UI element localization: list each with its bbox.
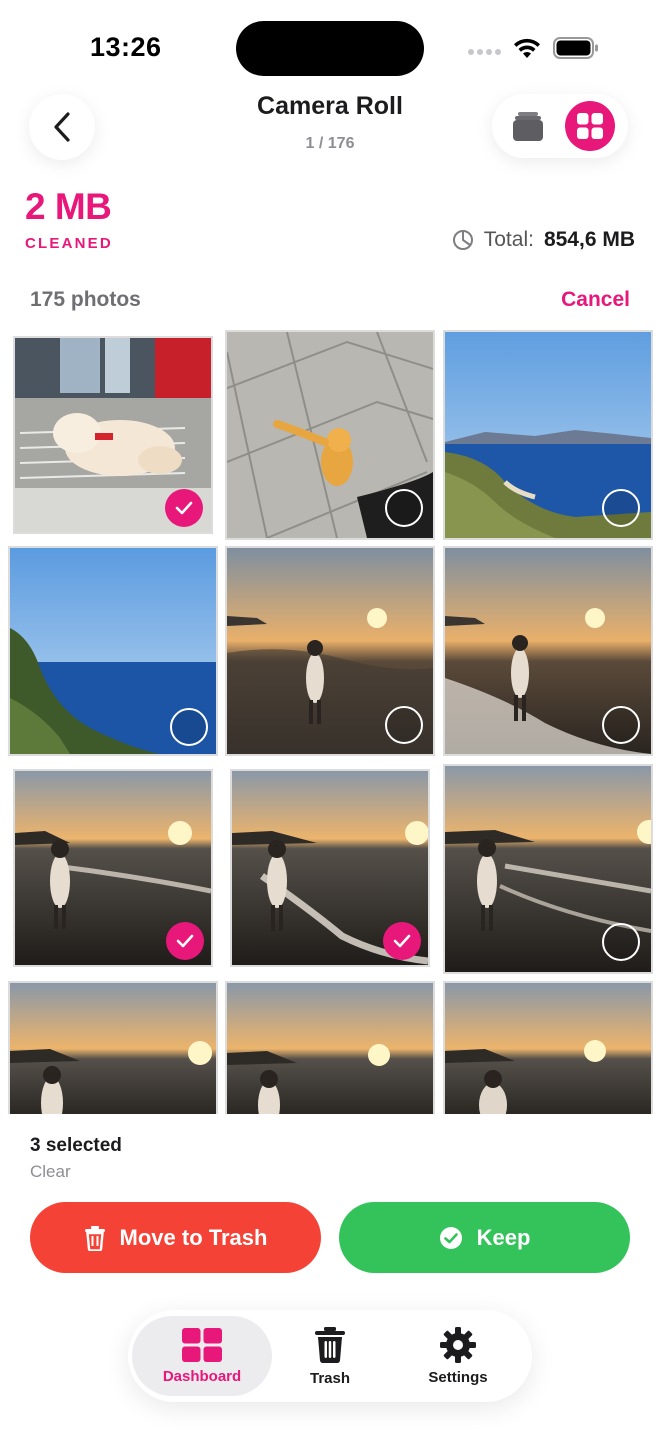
grid-icon (577, 113, 603, 139)
tab-trash-label: Trash (309, 1369, 351, 1387)
grid-view-button[interactable] (565, 101, 615, 151)
cleaned-amount: 2 MB (25, 186, 112, 227)
photo-select-circle[interactable] (602, 489, 640, 527)
photo-tile[interactable] (225, 981, 435, 1114)
tab-trash[interactable]: Trash (260, 1316, 400, 1396)
cellular-signal-icon (468, 49, 501, 55)
trash-icon (315, 1326, 345, 1363)
view-mode-toggle (492, 94, 628, 158)
photo-tile[interactable] (225, 330, 435, 540)
battery-icon (553, 37, 598, 59)
tab-settings[interactable]: Settings (388, 1316, 528, 1396)
photo-count: 175 photos (30, 288, 141, 311)
pie-chart-icon (452, 230, 473, 250)
cleaned-label: CLEANED (25, 235, 113, 252)
selection-count: 3 selected (30, 1135, 122, 1156)
keep-button[interactable]: Keep (339, 1202, 630, 1273)
photo-selected-check[interactable] (165, 489, 203, 527)
photo-tile[interactable] (443, 981, 653, 1114)
photo-tile[interactable] (8, 546, 218, 756)
checkmark-icon (175, 501, 193, 515)
photo-tile[interactable] (13, 769, 213, 967)
photo-thumbnail (227, 983, 433, 1114)
grid-icon (182, 1327, 222, 1362)
total-size: Total: 854,6 MB (452, 228, 635, 252)
photo-tile[interactable] (230, 769, 430, 967)
photo-tile[interactable] (225, 546, 435, 756)
tab-bar: Dashboard Trash Settings (128, 1310, 532, 1402)
status-time: 13:26 (90, 32, 162, 62)
cancel-button[interactable]: Cancel (561, 288, 630, 312)
wifi-icon (514, 38, 540, 58)
photo-selected-check[interactable] (383, 922, 421, 960)
status-bar: 13:26 (0, 0, 660, 90)
photo-thumbnail (10, 983, 216, 1114)
check-circle-icon (439, 1226, 462, 1249)
move-to-trash-label: Move to Trash (119, 1224, 268, 1250)
photo-select-circle[interactable] (602, 923, 640, 961)
checkmark-icon (393, 934, 411, 948)
tab-settings-label: Settings (428, 1368, 488, 1386)
photo-tile[interactable] (8, 981, 218, 1114)
photo-select-circle[interactable] (170, 708, 208, 746)
photo-tile[interactable] (443, 546, 653, 756)
tab-dashboard-label: Dashboard (162, 1367, 242, 1385)
photo-select-circle[interactable] (385, 489, 423, 527)
photo-tile[interactable] (443, 764, 653, 974)
total-label: Total: (483, 228, 534, 251)
total-value: 854,6 MB (543, 228, 635, 251)
clear-selection-button[interactable]: Clear (30, 1162, 71, 1182)
tab-dashboard[interactable]: Dashboard (132, 1316, 272, 1396)
dynamic-island (236, 21, 424, 76)
stack-view-icon[interactable] (512, 110, 544, 142)
photo-selected-check[interactable] (166, 922, 204, 960)
photo-grid (0, 326, 660, 1114)
move-to-trash-button[interactable]: Move to Trash (30, 1202, 321, 1273)
trash-icon (84, 1225, 105, 1251)
checkmark-icon (176, 934, 194, 948)
photo-tile[interactable] (443, 330, 653, 540)
gear-icon (440, 1326, 476, 1363)
photo-tile[interactable] (13, 336, 213, 534)
keep-label: Keep (476, 1224, 531, 1250)
photo-select-circle[interactable] (602, 706, 640, 744)
photo-select-circle[interactable] (385, 706, 423, 744)
photo-thumbnail (445, 983, 651, 1114)
